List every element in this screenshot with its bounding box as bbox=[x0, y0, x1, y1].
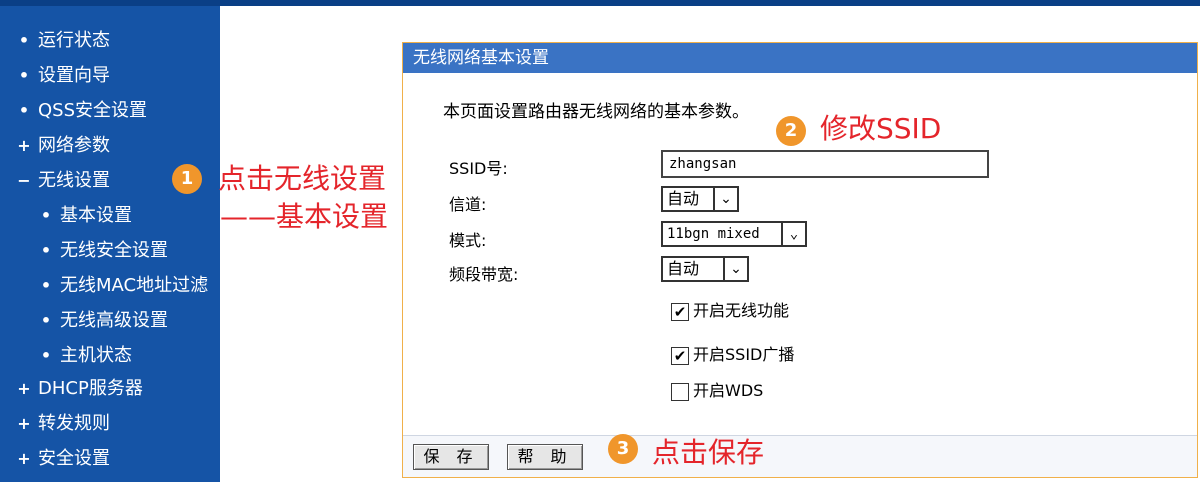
chevron-down-icon: ⌄ bbox=[781, 223, 805, 245]
sidebar-item-host-status[interactable]: • 主机状态 bbox=[0, 339, 220, 373]
sidebar-item-label: 基本设置 bbox=[60, 205, 132, 226]
sidebar-item-dhcp[interactable]: + DHCP服务器 bbox=[0, 372, 220, 406]
wds-label: 开启WDS bbox=[693, 381, 764, 400]
expand-plus-icon: + bbox=[17, 379, 31, 398]
chevron-down-icon: ⌄ bbox=[723, 258, 747, 280]
wireless-basic-settings-panel: 无线网络基本设置 本页面设置路由器无线网络的基本参数。 SSID号: 信道: 自… bbox=[402, 42, 1198, 478]
step-2-annotation: 修改SSID bbox=[820, 112, 942, 145]
mode-select[interactable]: 11bgn mixed ⌄ bbox=[661, 221, 807, 247]
sidebar-item-security[interactable]: + 安全设置 bbox=[0, 442, 220, 476]
sidebar-item-network-params[interactable]: + 网络参数 bbox=[0, 129, 220, 163]
sidebar-item-wireless-security[interactable]: • 无线安全设置 bbox=[0, 234, 220, 268]
sidebar-item-basic-settings[interactable]: • 基本设置 bbox=[0, 199, 220, 233]
channel-label: 信道: bbox=[449, 195, 487, 214]
sidebar-item-label: 无线设置 bbox=[38, 170, 110, 191]
sidebar-item-forwarding[interactable]: + 转发规则 bbox=[0, 407, 220, 441]
sidebar-item-label: DHCP服务器 bbox=[38, 378, 143, 399]
step-1-annotation-line2: ——基本设置 bbox=[220, 200, 389, 233]
bullet-icon: • bbox=[40, 276, 52, 295]
sidebar-item-label: 安全设置 bbox=[38, 448, 110, 469]
ssid-broadcast-row: ✔ 开启SSID广播 bbox=[671, 341, 794, 365]
ssid-input[interactable] bbox=[661, 150, 989, 178]
sidebar-item-label: 网络参数 bbox=[38, 135, 110, 156]
bullet-icon: • bbox=[18, 66, 30, 85]
channel-value: 自动 bbox=[667, 189, 700, 208]
ssid-broadcast-checkbox[interactable]: ✔ bbox=[671, 346, 689, 365]
wds-checkbox[interactable] bbox=[671, 382, 689, 401]
sidebar-item-label: 运行状态 bbox=[38, 30, 110, 51]
ssid-broadcast-label: 开启SSID广播 bbox=[693, 345, 795, 364]
step-1-annotation: 点击无线设置 bbox=[218, 162, 387, 195]
sidebar-item-label: 主机状态 bbox=[60, 345, 132, 366]
sidebar: • 运行状态 • 设置向导 • QSS安全设置 + 网络参数 − 无线设置 • 基本设置 •… bbox=[0, 6, 220, 482]
sidebar-item-setup-wizard[interactable]: • 设置向导 bbox=[0, 59, 220, 93]
sidebar-item-label: 转发规则 bbox=[38, 413, 110, 434]
bullet-icon: • bbox=[18, 31, 30, 50]
panel-description: 本页面设置路由器无线网络的基本参数。 bbox=[443, 102, 749, 122]
ssid-label: SSID号: bbox=[449, 159, 508, 178]
step-1-badge: 1 bbox=[172, 164, 202, 194]
enable-wireless-checkbox[interactable]: ✔ bbox=[671, 302, 689, 321]
sidebar-item-label: QSS安全设置 bbox=[38, 100, 148, 121]
step-3-annotation: 点击保存 bbox=[652, 436, 765, 469]
channel-select[interactable]: 自动 ⌄ bbox=[661, 186, 739, 212]
sidebar-item-wireless-advanced[interactable]: • 无线高级设置 bbox=[0, 304, 220, 338]
step-3-badge: 3 bbox=[608, 434, 638, 464]
sidebar-item-run-status[interactable]: • 运行状态 bbox=[0, 24, 220, 58]
sidebar-item-label: 无线安全设置 bbox=[60, 240, 168, 261]
sidebar-item-label: 无线MAC地址过滤 bbox=[60, 275, 209, 296]
help-button[interactable]: 帮 助 bbox=[507, 444, 583, 470]
step-2-badge: 2 bbox=[776, 116, 806, 146]
bullet-icon: • bbox=[40, 206, 52, 225]
chevron-down-icon: ⌄ bbox=[713, 188, 737, 210]
mode-value: 11bgn mixed bbox=[667, 226, 760, 242]
bullet-icon: • bbox=[18, 101, 30, 120]
bullet-icon: • bbox=[40, 241, 52, 260]
bandwidth-select[interactable]: 自动 ⌄ bbox=[661, 256, 749, 282]
sidebar-item-label: 无线高级设置 bbox=[60, 310, 168, 331]
bullet-icon: • bbox=[40, 346, 52, 365]
sidebar-item-qss[interactable]: • QSS安全设置 bbox=[0, 94, 220, 128]
enable-wireless-label: 开启无线功能 bbox=[693, 301, 790, 320]
panel-footer: 保 存 帮 助 bbox=[403, 435, 1197, 477]
save-button[interactable]: 保 存 bbox=[413, 444, 489, 470]
bandwidth-label: 频段带宽: bbox=[449, 265, 519, 284]
mode-label: 模式: bbox=[449, 231, 487, 250]
panel-title: 无线网络基本设置 bbox=[403, 43, 1197, 73]
expand-plus-icon: + bbox=[17, 414, 31, 433]
expand-plus-icon: + bbox=[17, 449, 31, 468]
enable-wireless-row: ✔ 开启无线功能 bbox=[671, 297, 789, 321]
expand-plus-icon: + bbox=[17, 136, 31, 155]
sidebar-item-mac-filter[interactable]: • 无线MAC地址过滤 bbox=[0, 269, 220, 303]
bullet-icon: • bbox=[40, 311, 52, 330]
collapse-minus-icon: − bbox=[17, 171, 31, 190]
bandwidth-value: 自动 bbox=[667, 259, 700, 278]
wds-row: 开启WDS bbox=[671, 377, 763, 401]
sidebar-item-label: 设置向导 bbox=[38, 65, 110, 86]
